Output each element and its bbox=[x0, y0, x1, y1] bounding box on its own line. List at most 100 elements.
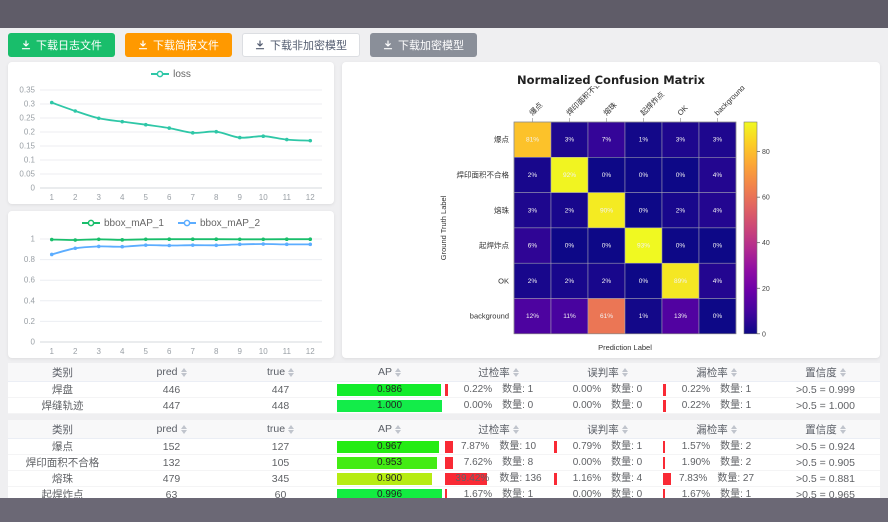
rate-text: 0.22%数量: 1 bbox=[663, 400, 770, 412]
legend-item-bbox_mAP_2[interactable]: bbox_mAP_2 bbox=[178, 218, 260, 229]
rate-cell: 0.00%数量: 0 bbox=[554, 384, 661, 396]
sort-caret-icon[interactable] bbox=[181, 425, 187, 434]
bbox-map-chart-card: bbox_mAP_1bbox_mAP_200.20.40.60.81123456… bbox=[8, 211, 334, 358]
matrix-cell-value: 1% bbox=[639, 137, 649, 144]
svg-text:0: 0 bbox=[31, 184, 36, 193]
ap-value: 0.967 bbox=[337, 441, 442, 453]
rate-text: 1.90%数量: 2 bbox=[663, 457, 770, 469]
table-row: 焊盘4464470.9860.22%数量: 10.00%数量: 00.22%数量… bbox=[8, 382, 880, 398]
sort-caret-icon[interactable] bbox=[840, 368, 846, 377]
data-point bbox=[238, 136, 242, 140]
cell-confidence: >0.5 = 0.881 bbox=[771, 471, 880, 487]
sort-caret-icon[interactable] bbox=[622, 368, 628, 377]
ap-value: 0.986 bbox=[337, 384, 442, 396]
matrix-cell-value: 90% bbox=[600, 207, 613, 214]
svg-text:8: 8 bbox=[214, 193, 219, 202]
rate-percent: 7.62% bbox=[464, 457, 492, 469]
matrix-cell-value: 2% bbox=[528, 278, 538, 285]
matrix-cell-value: 4% bbox=[713, 172, 723, 179]
window-top-bar bbox=[0, 0, 888, 28]
table-header-row: 类别predtrueAP过检率误判率漏检率置信度 bbox=[8, 420, 880, 439]
download-button-1[interactable]: 下载日志文件 bbox=[8, 33, 115, 57]
cell-over-rate: 7.87%数量: 10 bbox=[444, 439, 553, 455]
column-header-AP[interactable]: AP bbox=[335, 420, 444, 439]
column-header-过检率[interactable]: 过检率 bbox=[444, 363, 553, 382]
sort-caret-icon[interactable] bbox=[395, 368, 401, 377]
legend-label: loss bbox=[173, 69, 191, 80]
data-point bbox=[285, 243, 289, 247]
column-header-pred[interactable]: pred bbox=[117, 420, 226, 439]
sort-caret-icon[interactable] bbox=[840, 425, 846, 434]
download-icon bbox=[255, 40, 265, 50]
column-header-置信度[interactable]: 置信度 bbox=[771, 420, 880, 439]
legend-item-loss[interactable]: loss bbox=[151, 69, 191, 80]
rate-cell: 1.16%数量: 4 bbox=[554, 473, 661, 485]
sort-caret-icon[interactable] bbox=[288, 425, 294, 434]
column-header-pred[interactable]: pred bbox=[117, 363, 226, 382]
sort-caret-icon[interactable] bbox=[731, 368, 737, 377]
download-button-2[interactable]: 下载简报文件 bbox=[125, 33, 232, 57]
data-point bbox=[238, 243, 242, 247]
legend-item-bbox_mAP_1[interactable]: bbox_mAP_1 bbox=[82, 218, 164, 229]
column-header-过检率[interactable]: 过检率 bbox=[444, 420, 553, 439]
matrix-cell-value: 61% bbox=[600, 313, 613, 320]
data-point bbox=[308, 243, 312, 247]
cell-ap: 0.900 bbox=[335, 471, 444, 487]
cell-miss-rate: 1.90%数量: 2 bbox=[662, 455, 771, 471]
column-header-误判率[interactable]: 误判率 bbox=[553, 363, 662, 382]
column-header-误判率[interactable]: 误判率 bbox=[553, 420, 662, 439]
svg-text:6: 6 bbox=[167, 347, 172, 356]
rate-text: 0.00%数量: 0 bbox=[554, 384, 661, 396]
rate-text: 1.67%数量: 1 bbox=[445, 489, 552, 499]
rate-cell: 0.79%数量: 1 bbox=[554, 441, 661, 453]
row-label: background bbox=[470, 312, 509, 321]
sort-caret-icon[interactable] bbox=[395, 425, 401, 434]
sort-caret-icon[interactable] bbox=[622, 425, 628, 434]
x-axis-label: Prediction Label bbox=[598, 343, 652, 352]
rate-percent: 0.00% bbox=[464, 400, 492, 412]
column-header-AP[interactable]: AP bbox=[335, 363, 444, 382]
button-label: 下载简报文件 bbox=[153, 37, 219, 53]
cell-class-name: 焊缝轨迹 bbox=[8, 398, 117, 414]
cell-miss-rate: 1.67%数量: 1 bbox=[662, 487, 771, 499]
cell-over-rate: 0.22%数量: 1 bbox=[444, 382, 553, 398]
matrix-cell-value: 3% bbox=[565, 137, 575, 144]
rate-percent: 0.22% bbox=[464, 384, 492, 396]
cell-true: 127 bbox=[226, 439, 335, 455]
rate-count: 数量: 27 bbox=[717, 473, 754, 485]
data-point bbox=[214, 130, 218, 134]
column-header-置信度[interactable]: 置信度 bbox=[771, 363, 880, 382]
column-header-漏检率[interactable]: 漏检率 bbox=[662, 363, 771, 382]
matrix-cell-value: 89% bbox=[674, 278, 687, 285]
cell-ap: 0.967 bbox=[335, 439, 444, 455]
sort-caret-icon[interactable] bbox=[513, 368, 519, 377]
cell-over-rate: 7.62%数量: 8 bbox=[444, 455, 553, 471]
rate-text: 0.00%数量: 0 bbox=[554, 400, 661, 412]
cell-class-name: 焊盘 bbox=[8, 382, 117, 398]
sort-caret-icon[interactable] bbox=[731, 425, 737, 434]
rate-count: 数量: 0 bbox=[611, 400, 642, 412]
confusion-matrix-card: Normalized Confusion Matrix 81%3%7%1%3%3… bbox=[342, 62, 880, 358]
sort-caret-icon[interactable] bbox=[513, 425, 519, 434]
data-point bbox=[285, 138, 289, 142]
sort-caret-icon[interactable] bbox=[288, 368, 294, 377]
col-label: 焊印面积不合格 bbox=[564, 86, 609, 117]
rate-cell: 0.00% 数量: 0 bbox=[445, 400, 552, 412]
column-header-label: 过检率 bbox=[478, 422, 510, 437]
download-button-4[interactable]: 下载加密模型 bbox=[370, 33, 477, 57]
rate-percent: 39.42% bbox=[455, 473, 489, 485]
ap-value: 0.953 bbox=[337, 457, 442, 469]
row-label: 熔珠 bbox=[494, 205, 509, 215]
cell-ap: 1.000 bbox=[335, 398, 444, 414]
rate-cell: 1.90%数量: 2 bbox=[663, 457, 770, 469]
column-header-true[interactable]: true bbox=[226, 420, 335, 439]
data-point bbox=[167, 126, 171, 130]
column-header-true[interactable]: true bbox=[226, 363, 335, 382]
cell-misjudge-rate: 0.00%数量: 0 bbox=[553, 455, 662, 471]
data-point bbox=[50, 238, 54, 242]
cell-confidence: >0.5 = 1.000 bbox=[771, 398, 880, 414]
column-header-漏检率[interactable]: 漏检率 bbox=[662, 420, 771, 439]
sort-caret-icon[interactable] bbox=[181, 368, 187, 377]
download-button-3[interactable]: 下载非加密模型 bbox=[242, 33, 360, 57]
rate-count: 数量: 0 bbox=[502, 400, 533, 412]
